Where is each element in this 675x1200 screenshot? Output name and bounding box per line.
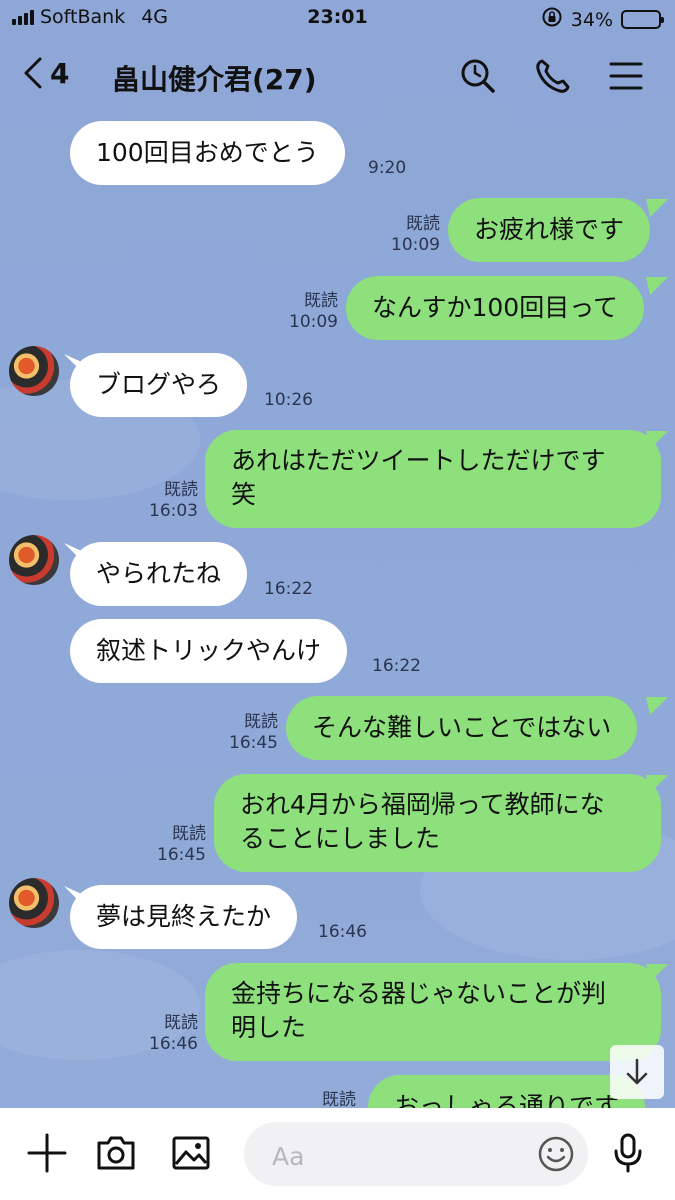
camera-icon[interactable] bbox=[93, 1130, 139, 1176]
status-bar: SoftBank 4G 23:01 34% bbox=[0, 0, 675, 36]
chat-header: 4 畠山健介君(27) bbox=[0, 44, 675, 108]
message-time: 16:45 bbox=[229, 733, 278, 753]
bubble-tail bbox=[646, 775, 668, 793]
message-text-line: 金持ちになる器じゃないことが判 bbox=[231, 979, 607, 1008]
back-button[interactable]: 4 bbox=[22, 56, 69, 90]
chat-title[interactable]: 畠山健介君(27) bbox=[112, 58, 317, 98]
search-icon[interactable] bbox=[458, 56, 498, 96]
message-text-line: ることにしました bbox=[240, 824, 441, 853]
message-text: そんな難しいことではない bbox=[312, 713, 612, 742]
scroll-down-button[interactable] bbox=[610, 1045, 664, 1099]
message-text: 100回目おめでとう bbox=[96, 138, 319, 167]
read-receipt: 既読 bbox=[244, 712, 278, 732]
message-bubble[interactable]: 叙述トリックやんけ bbox=[70, 619, 348, 683]
message-bubble[interactable]: あれはただツイートしただけです 笑 bbox=[205, 430, 661, 528]
message-bubble[interactable]: なんすか100回目って bbox=[346, 276, 644, 340]
message-bubble[interactable]: そんな難しいことではない bbox=[286, 696, 638, 760]
message-meta: 既読 16:03 bbox=[138, 480, 198, 522]
message-text: お疲れ様です bbox=[474, 215, 625, 244]
message-meta: 既読 16:46 bbox=[138, 1013, 198, 1055]
status-right: 34% bbox=[541, 6, 664, 33]
message-text-line: 笑 bbox=[231, 480, 257, 509]
battery-percent: 34% bbox=[570, 8, 613, 31]
arrow-down-icon bbox=[626, 1058, 648, 1085]
read-receipt: 既読 bbox=[164, 1013, 198, 1033]
read-receipt: 既読 bbox=[164, 480, 198, 500]
bubble-tail bbox=[646, 199, 668, 217]
chevron-left-icon bbox=[24, 57, 42, 89]
message-bubble[interactable]: 100回目おめでとう bbox=[70, 121, 345, 185]
orientation-lock-icon bbox=[541, 6, 563, 33]
message-bubble[interactable]: 夢は見終えたか bbox=[70, 885, 298, 949]
message-time: 16:46 bbox=[318, 922, 367, 942]
message-time: 16:45 bbox=[157, 845, 206, 865]
message-meta: 既読 10:09 bbox=[380, 214, 440, 256]
avatar[interactable] bbox=[9, 535, 59, 585]
message-bubble[interactable]: やられたね bbox=[70, 542, 248, 606]
message-text: なんすか100回目って bbox=[372, 293, 618, 322]
message-time: 16:46 bbox=[149, 1034, 198, 1054]
message-text-line: あれはただツイートしただけです bbox=[231, 446, 606, 475]
bubble-tail bbox=[646, 964, 668, 982]
mic-icon[interactable] bbox=[605, 1130, 651, 1176]
message-time: 10:09 bbox=[289, 312, 338, 332]
message-text-line: おれ4月から福岡帰って教師にな bbox=[240, 790, 605, 819]
message-time: 9:20 bbox=[368, 158, 407, 178]
avatar[interactable] bbox=[9, 878, 59, 928]
plus-icon[interactable] bbox=[24, 1130, 70, 1176]
message-text-line: 明した bbox=[231, 1013, 307, 1042]
menu-icon[interactable] bbox=[606, 56, 646, 96]
message-text: 叙述トリックやんけ bbox=[96, 636, 322, 665]
battery-icon bbox=[621, 10, 664, 29]
bubble-tail bbox=[646, 697, 668, 715]
message-bubble[interactable]: ブログやろ bbox=[70, 353, 248, 417]
message-meta: 既読 16:45 bbox=[218, 712, 278, 754]
unread-count: 4 bbox=[50, 56, 70, 90]
message-meta: 既読 16:45 bbox=[146, 824, 206, 866]
message-text: やられたね bbox=[96, 559, 222, 588]
message-text: 夢は見終えたか bbox=[96, 902, 272, 931]
read-receipt: 既読 bbox=[406, 214, 440, 234]
message-bubble[interactable]: お疲れ様です bbox=[448, 198, 651, 262]
emoji-icon[interactable] bbox=[533, 1131, 579, 1177]
chat-screen: SoftBank 4G 23:01 34% 4 畠山健介君(27) 100回目お… bbox=[0, 0, 675, 1200]
message-time: 16:22 bbox=[372, 656, 421, 676]
composer-bar: Aa bbox=[0, 1108, 675, 1200]
message-bubble[interactable]: おれ4月から福岡帰って教師にな ることにしました bbox=[214, 774, 661, 872]
message-time: 16:22 bbox=[264, 579, 313, 599]
image-icon[interactable] bbox=[168, 1130, 214, 1176]
input-placeholder: Aa bbox=[272, 1142, 305, 1171]
message-text: ブログやろ bbox=[96, 370, 222, 399]
message-time: 10:09 bbox=[391, 235, 440, 255]
bubble-tail bbox=[646, 431, 668, 449]
read-receipt: 既読 bbox=[172, 824, 206, 844]
phone-icon[interactable] bbox=[533, 56, 573, 96]
read-receipt: 既読 bbox=[304, 291, 338, 311]
message-meta: 既読 10:09 bbox=[278, 291, 338, 333]
message-bubble[interactable]: 金持ちになる器じゃないことが判 明した bbox=[205, 963, 661, 1061]
avatar[interactable] bbox=[9, 346, 59, 396]
message-time: 16:03 bbox=[149, 501, 198, 521]
message-time: 10:26 bbox=[264, 390, 313, 410]
bubble-tail bbox=[646, 277, 668, 295]
